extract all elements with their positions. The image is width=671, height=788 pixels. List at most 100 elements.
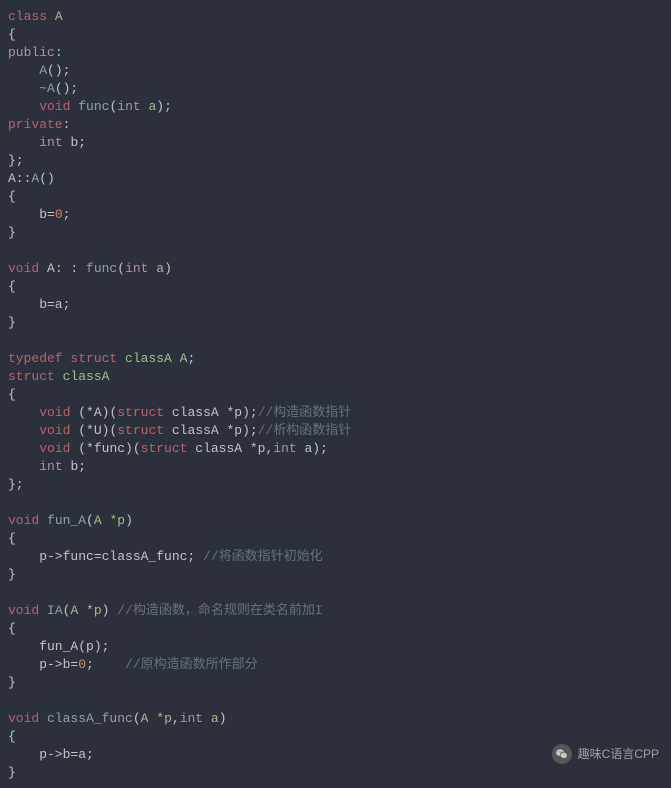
code-line[interactable]: void (*U)(struct classA *p);//析构函数指针: [8, 422, 663, 440]
code-line[interactable]: void func(int a);: [8, 98, 663, 116]
code-token: (*A)(: [78, 405, 117, 420]
code-token: (: [86, 513, 94, 528]
code-token: func: [78, 99, 109, 114]
code-token: ): [102, 603, 118, 618]
code-editor[interactable]: class A{public: A(); ~A(); void func(int…: [8, 8, 663, 782]
code-token: }: [8, 765, 16, 780]
code-token: (: [133, 711, 141, 726]
code-line[interactable]: };: [8, 476, 663, 494]
code-line[interactable]: }: [8, 224, 663, 242]
code-token: [8, 99, 39, 114]
code-line[interactable]: int b;: [8, 458, 663, 476]
code-token: a);: [305, 441, 328, 456]
code-line[interactable]: b=0;: [8, 206, 663, 224]
code-token: ;: [63, 207, 71, 222]
code-line[interactable]: void fun_A(A *p): [8, 512, 663, 530]
code-token: //析构函数指针: [258, 423, 352, 438]
code-token: classA *p,: [195, 441, 273, 456]
code-token: int: [39, 135, 70, 150]
code-line[interactable]: [8, 494, 663, 512]
code-token: void: [8, 513, 47, 528]
code-token: {: [8, 27, 16, 42]
code-token: struct: [117, 405, 172, 420]
code-line[interactable]: }: [8, 566, 663, 584]
code-line[interactable]: A();: [8, 62, 663, 80]
code-token: ): [219, 711, 227, 726]
code-token: }: [8, 675, 16, 690]
code-line[interactable]: }: [8, 674, 663, 692]
code-token: A: [55, 9, 63, 24]
code-line[interactable]: b=a;: [8, 296, 663, 314]
code-token: //构造函数指针: [258, 405, 352, 420]
code-line[interactable]: void A: : func(int a): [8, 260, 663, 278]
code-token: public: [8, 45, 55, 60]
code-line[interactable]: [8, 242, 663, 260]
code-line[interactable]: }: [8, 314, 663, 332]
code-token: );: [156, 99, 172, 114]
code-token: int: [117, 99, 148, 114]
code-token: int: [125, 261, 156, 276]
code-line[interactable]: private:: [8, 116, 663, 134]
code-token: struct: [117, 423, 172, 438]
code-token: struct: [70, 351, 125, 366]
code-token: b=a;: [8, 297, 70, 312]
code-line[interactable]: void classA_func(A *p,int a): [8, 710, 663, 728]
code-line[interactable]: void IA(A *p) //构造函数，命名规则在类名前加I: [8, 602, 663, 620]
code-token: *p: [86, 603, 102, 618]
code-token: };: [8, 477, 24, 492]
code-token: b;: [70, 459, 86, 474]
code-token: [8, 423, 39, 438]
code-token: {: [8, 279, 16, 294]
code-line[interactable]: {: [8, 26, 663, 44]
code-token: :: [55, 45, 63, 60]
code-line[interactable]: {: [8, 278, 663, 296]
code-token: classA: [125, 351, 180, 366]
code-line[interactable]: ~A();: [8, 80, 663, 98]
code-token: b=: [8, 207, 55, 222]
code-token: A: [70, 603, 86, 618]
code-token: void: [8, 261, 47, 276]
code-token: *p: [156, 711, 172, 726]
code-line[interactable]: }: [8, 764, 663, 782]
code-token: }: [8, 315, 16, 330]
watermark: 趣味C语言CPP: [552, 744, 659, 764]
code-token: A: :: [47, 261, 86, 276]
code-line[interactable]: typedef struct classA A;: [8, 350, 663, 368]
code-token: (): [39, 171, 55, 186]
code-line[interactable]: p->func=classA_func; //将函数指针初始化: [8, 548, 663, 566]
code-token: //将函数指针初始化: [203, 549, 323, 564]
code-line[interactable]: [8, 332, 663, 350]
code-line[interactable]: A::A(): [8, 170, 663, 188]
code-line[interactable]: {: [8, 386, 663, 404]
code-token: {: [8, 189, 16, 204]
code-token: struct: [8, 369, 63, 384]
code-line[interactable]: };: [8, 152, 663, 170]
code-line[interactable]: [8, 584, 663, 602]
code-token: [8, 81, 39, 96]
code-line[interactable]: class A: [8, 8, 663, 26]
code-token: int: [273, 441, 304, 456]
code-token: ): [125, 513, 133, 528]
code-line[interactable]: struct classA: [8, 368, 663, 386]
code-line[interactable]: {: [8, 620, 663, 638]
code-token: int: [180, 711, 211, 726]
code-line[interactable]: void (*func)(struct classA *p,int a);: [8, 440, 663, 458]
code-token: typedef: [8, 351, 70, 366]
code-line[interactable]: fun_A(p);: [8, 638, 663, 656]
code-line[interactable]: {: [8, 188, 663, 206]
code-token: };: [8, 153, 24, 168]
code-line[interactable]: public:: [8, 44, 663, 62]
code-token: ): [164, 261, 172, 276]
code-token: p->b=: [8, 657, 78, 672]
code-line[interactable]: p->b=0; //原构造函数所作部分: [8, 656, 663, 674]
code-line[interactable]: {: [8, 530, 663, 548]
code-token: ();: [47, 63, 70, 78]
code-token: func: [86, 261, 117, 276]
code-token: {: [8, 621, 16, 636]
code-token: }: [8, 225, 16, 240]
code-line[interactable]: int b;: [8, 134, 663, 152]
code-token: {: [8, 729, 16, 744]
code-line[interactable]: [8, 692, 663, 710]
code-token: a: [211, 711, 219, 726]
code-line[interactable]: void (*A)(struct classA *p);//构造函数指针: [8, 404, 663, 422]
